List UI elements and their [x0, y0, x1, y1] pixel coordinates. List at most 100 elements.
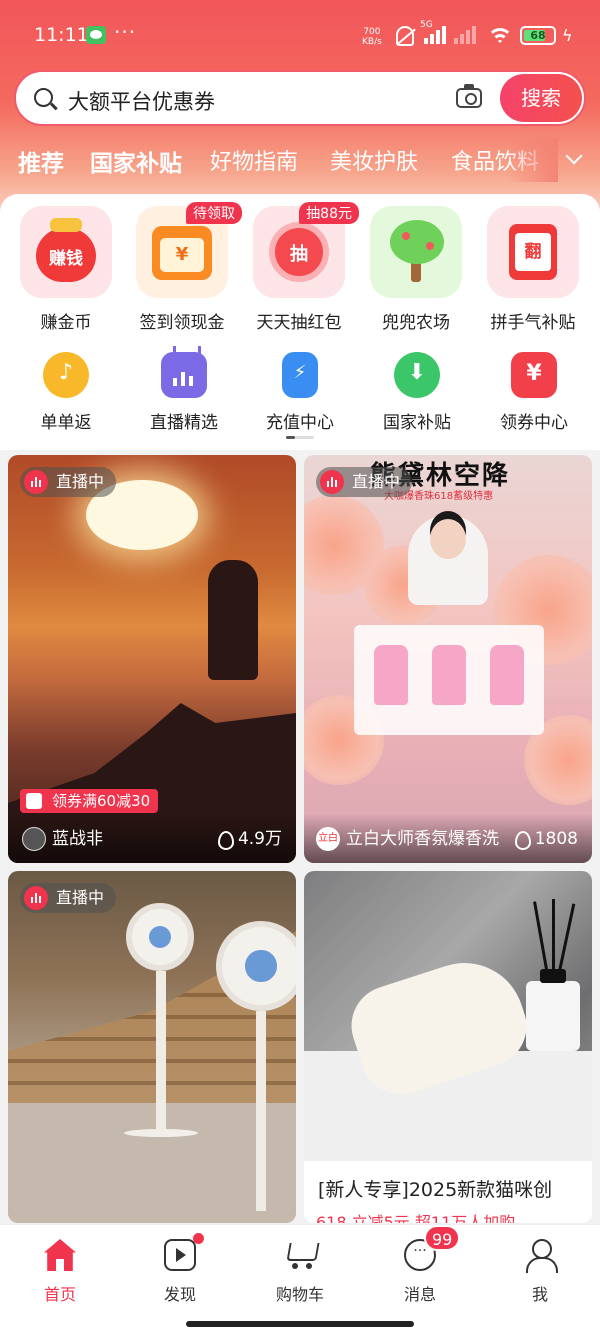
network-speed-value: 700: [363, 27, 381, 37]
live-tv-icon: [161, 346, 207, 398]
wifi-icon: [488, 26, 512, 46]
cashback-icon: [43, 352, 89, 398]
hiker-silhouette: [208, 560, 258, 680]
shortcut-label: 国家补贴: [383, 413, 451, 433]
tab-beauty[interactable]: 美妆护肤: [330, 144, 418, 176]
shortcut-national-subsidy[interactable]: 国家补贴: [362, 352, 472, 433]
tab-good-guide[interactable]: 好物指南: [210, 144, 298, 176]
play-video-icon: [164, 1233, 204, 1271]
app-label: 签到领现金: [139, 313, 225, 333]
fan-image: [216, 921, 296, 1011]
app-farm[interactable]: 兜兜农场: [361, 206, 471, 333]
money-bag-icon: 赚钱: [20, 206, 112, 298]
chevron-down-icon[interactable]: [565, 147, 583, 165]
product-image: [304, 871, 592, 1161]
search-icon: [34, 88, 53, 107]
network-speed: 700 KB/s: [362, 27, 382, 47]
status-bar: 11:11 ··· 700 KB/s 5G 68 ϟ: [0, 0, 600, 70]
nav-label: 消息: [403, 1285, 436, 1304]
nav-label: 购物车: [275, 1285, 324, 1304]
nav-discover[interactable]: 发现: [140, 1233, 220, 1305]
nav-label: 首页: [43, 1285, 76, 1304]
nav-me[interactable]: 我: [500, 1239, 580, 1305]
product-title[interactable]: [新人专享]2025新款猫咪创: [318, 1175, 552, 1202]
nav-label: 我: [531, 1285, 548, 1304]
notification-dot: [193, 1233, 204, 1244]
shortcut-label: 充值中心: [266, 413, 334, 433]
author-name: 立白大师香氛爆香洗: [346, 829, 499, 849]
app-sign-in-cash[interactable]: ¥ 待领取 签到领现金: [127, 202, 242, 333]
search-input[interactable]: 大额平台优惠券: [68, 86, 215, 116]
host-image: [408, 515, 488, 605]
nav-label: 发现: [163, 1285, 196, 1304]
feed-card-product[interactable]: [新人专享]2025新款猫咪创 618 立减5元 超11万人加购: [304, 871, 592, 1223]
status-more-dots: ···: [114, 20, 137, 44]
product-promo: 618 立减5元 超11万人加购: [316, 1213, 516, 1223]
app-label: 天天抽红包: [256, 313, 342, 333]
flip-card-icon: 翻: [487, 206, 579, 298]
feed-card-live-2[interactable]: 熊黛林空降 大咖爆香珠618蓄级特惠 直播中 立白 立白大师香氛爆香洗 1808: [304, 455, 592, 863]
tab-recommend[interactable]: 推荐: [18, 144, 64, 178]
app-label: 赚金币: [40, 313, 92, 333]
live-badge: 直播中: [20, 883, 117, 913]
brand-logo: 立白: [316, 827, 340, 851]
camera-icon[interactable]: [456, 84, 482, 108]
view-count: 4.9万: [216, 827, 282, 851]
network-type: 5G: [420, 20, 433, 30]
shortcut-label: 单单返: [40, 413, 92, 433]
search-button[interactable]: 搜索: [500, 74, 582, 122]
page-indicator: [286, 436, 314, 439]
shortcut-live-picks[interactable]: 直播精选: [129, 346, 239, 433]
status-icons: 5G 68 ϟ: [392, 20, 582, 48]
fan-image: [126, 903, 194, 971]
nav-cart[interactable]: 购物车: [260, 1239, 340, 1305]
live-badge: 直播中: [20, 467, 117, 497]
author-name: 蓝战非: [52, 829, 103, 849]
battery-level: 68: [530, 29, 546, 42]
bottom-navigation: 首页 发现 购物车 99 消息 我: [0, 1224, 600, 1335]
tab-national-subsidy[interactable]: 国家补贴: [90, 144, 182, 178]
live-badge: 直播中: [316, 467, 413, 497]
signal-secondary-icon: [452, 24, 478, 44]
charging-icon: ϟ: [562, 26, 573, 45]
shortcut-coupon-center[interactable]: 领券中心: [479, 352, 589, 433]
profile-icon: [524, 1239, 558, 1273]
cart-icon: [284, 1239, 316, 1271]
shortcut-cashback[interactable]: 单单返: [11, 352, 121, 433]
app-lucky-subsidy[interactable]: 翻 拼手气补贴: [478, 206, 588, 333]
author[interactable]: 立白 立白大师香氛爆香洗: [316, 827, 499, 851]
feed-card-live-1[interactable]: 直播中 领券满60减30 蓝战非 4.9万: [8, 455, 296, 863]
badge-draw-amount: 抽88元: [299, 202, 359, 224]
home-indicator: [186, 1321, 414, 1327]
badge-to-claim: 待领取: [186, 202, 242, 224]
nav-messages[interactable]: 99 消息: [380, 1225, 461, 1305]
tabs-fade: [508, 138, 558, 182]
nav-home[interactable]: 首页: [20, 1239, 100, 1305]
battery-charge-icon: [282, 352, 318, 398]
avatar: [22, 827, 46, 851]
message-icon: 99: [404, 1225, 461, 1271]
message-count-badge: 99: [424, 1225, 461, 1251]
coupon-badge[interactable]: 领券满60减30: [20, 789, 159, 813]
calendar-cash-icon: ¥ 待领取: [136, 202, 242, 298]
lucky-wheel-icon: 抽 抽88元: [253, 202, 359, 298]
status-time: 11:11: [34, 24, 89, 46]
app-label: 拼手气补贴: [490, 313, 576, 333]
download-arrow-icon: [394, 352, 440, 398]
category-tabs: 推荐 国家补贴 好物指南 美妆护肤 食品饮料: [0, 138, 600, 182]
app-daily-red-packet[interactable]: 抽 抽88元 天天抽红包: [244, 202, 359, 333]
author[interactable]: 蓝战非: [22, 827, 103, 851]
view-count: 1808: [513, 827, 578, 851]
search-bar[interactable]: 大额平台优惠券 搜索: [14, 70, 586, 126]
tree-icon: [370, 206, 462, 298]
battery-icon: 68: [520, 26, 556, 45]
feed-card-live-3[interactable]: 直播中: [8, 871, 296, 1223]
mute-bell-icon: [396, 26, 414, 46]
shortcut-recharge[interactable]: 充值中心: [245, 352, 355, 433]
app-label: 兜兜农场: [382, 313, 450, 333]
coupon-icon: [511, 352, 557, 398]
app-earn-coins[interactable]: 赚钱 赚金币: [11, 206, 121, 333]
shortcut-label: 直播精选: [150, 413, 218, 433]
home-icon: [44, 1239, 76, 1271]
network-speed-unit: KB/s: [362, 37, 382, 47]
